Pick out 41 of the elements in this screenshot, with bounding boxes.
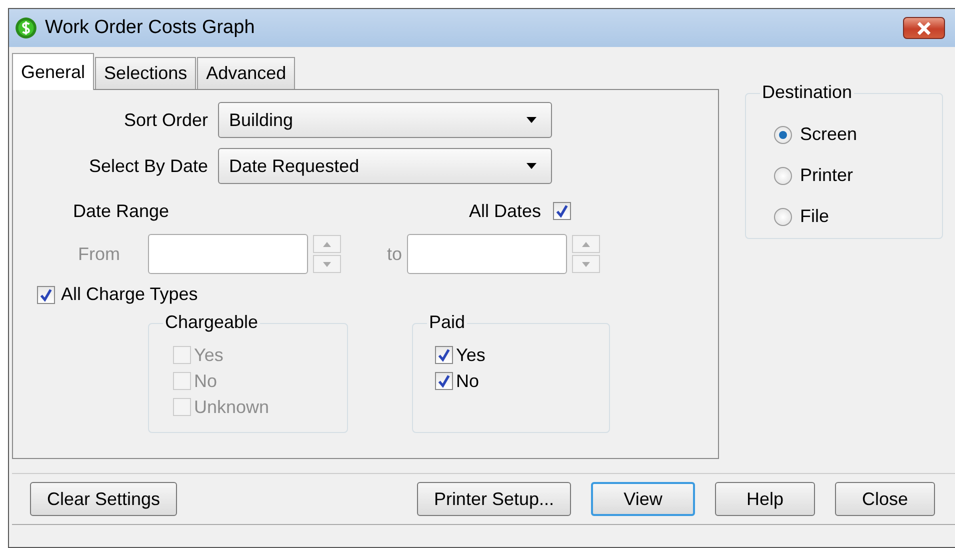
group-title: Chargeable — [163, 312, 260, 333]
field-label: Select By Date — [88, 156, 208, 176]
dialog-button[interactable]: Clear Settings — [30, 482, 178, 516]
checkbox-label: Yes — [194, 344, 224, 366]
checkbox-label: All Dates — [469, 200, 542, 222]
dropdown[interactable]: Date Requested — [218, 148, 552, 184]
close-icon — [916, 22, 932, 34]
dialog-button[interactable]: Help — [715, 482, 815, 516]
checkbox-label: All Charge Types — [61, 284, 198, 305]
tab[interactable]: Advanced — [197, 57, 296, 89]
radio-button[interactable] — [774, 208, 792, 226]
radio-button[interactable] — [774, 126, 792, 144]
caret-icon — [526, 163, 537, 169]
dialog-button[interactable]: Close — [835, 482, 935, 516]
checkbox[interactable] — [37, 286, 55, 304]
section-label: Date Range — [73, 200, 170, 222]
checkbox-label: Unknown — [194, 396, 270, 418]
tab[interactable]: Selections — [95, 57, 196, 89]
checkbox-label: No — [456, 370, 480, 392]
checkbox[interactable] — [435, 346, 453, 364]
caret-icon — [526, 117, 537, 123]
field-label: From — [78, 244, 121, 264]
radio-label: Screen — [800, 124, 858, 145]
dialog-button[interactable]: Printer Setup... — [416, 482, 571, 516]
checkbox[interactable] — [553, 202, 572, 220]
close-button[interactable] — [903, 17, 945, 39]
checkbox-label: No — [194, 370, 218, 392]
tab[interactable]: General — [12, 53, 94, 90]
radio-label: File — [800, 206, 830, 227]
field-label: to — [387, 244, 404, 264]
checkbox[interactable] — [435, 372, 453, 390]
checkbox-label: Yes — [456, 344, 486, 366]
dollar-coin-icon — [15, 17, 37, 39]
dialog-button[interactable]: View — [591, 482, 695, 516]
spinner-buttons[interactable] — [313, 235, 341, 273]
window-title: Work Order Costs Graph — [45, 17, 256, 39]
radio-label: Printer — [800, 165, 854, 186]
dropdown[interactable]: Building — [218, 102, 552, 138]
field-label: Sort Order — [122, 110, 208, 130]
spinner-buttons[interactable] — [572, 235, 600, 273]
radio-button[interactable] — [774, 166, 792, 184]
